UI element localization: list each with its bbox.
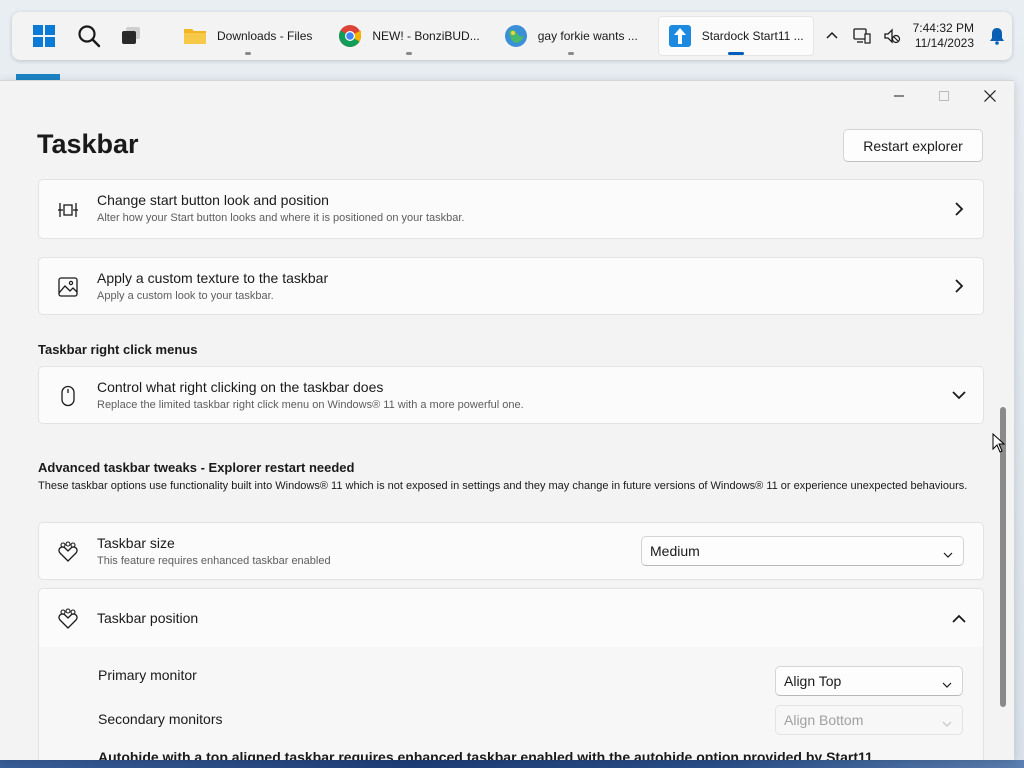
taskbar-app-label: NEW! - BonziBUD... [372, 29, 480, 43]
custom-texture-card[interactable]: Apply a custom texture to the taskbar Ap… [38, 257, 984, 315]
page-title: Taskbar [37, 129, 139, 159]
hearts-icon [57, 608, 79, 630]
taskbar-app-label: Downloads - Files [217, 29, 313, 43]
network-display-icon[interactable] [847, 16, 877, 56]
windows-start-icon[interactable] [24, 16, 64, 56]
taskbar-size-card: Taskbar size This feature requires enhan… [38, 522, 984, 580]
card-title: Taskbar position [97, 610, 199, 626]
card-title: Taskbar size [97, 535, 175, 551]
volume-muted-icon[interactable] [877, 16, 907, 56]
running-indicator [244, 52, 251, 55]
taskbar-app-start11[interactable]: Stardock Start11 ... [657, 16, 814, 56]
card-title: Apply a custom texture to the taskbar [97, 270, 329, 286]
taskbar-app-game[interactable]: gay forkie wants ... [494, 16, 648, 56]
app-icon [504, 24, 528, 48]
taskbar-app-label: gay forkie wants ... [537, 29, 638, 43]
chevron-down-icon [951, 387, 967, 403]
taskbar-size-dropdown[interactable]: Medium [641, 536, 964, 566]
card-title: Change start button look and position [97, 192, 329, 208]
section-heading: Advanced taskbar tweaks - Explorer resta… [38, 460, 355, 475]
secondary-monitors-dropdown: Align Bottom [775, 705, 963, 735]
taskbar-app-label: Stardock Start11 ... [701, 29, 804, 43]
search-icon[interactable] [69, 16, 109, 56]
restart-explorer-button[interactable]: Restart explorer [843, 129, 983, 162]
autohide-note: Autohide with a top aligned taskbar requ… [98, 749, 873, 760]
clock-time: 7:44:32 PM [912, 21, 974, 35]
primary-monitor-label: Primary monitor [98, 667, 197, 683]
chevron-down-icon [942, 716, 952, 727]
task-view-icon[interactable] [111, 16, 151, 56]
dropdown-value: Align Top [784, 673, 842, 689]
taskbar-app-files[interactable]: Downloads - Files [173, 16, 322, 56]
running-indicator [727, 52, 744, 55]
maximize-button [921, 81, 967, 111]
mouse-cursor-icon [992, 433, 1006, 453]
taskbar-position-card[interactable]: Taskbar position [38, 588, 984, 648]
running-indicator [406, 52, 413, 55]
folder-icon [183, 24, 207, 48]
hearts-icon [57, 541, 79, 563]
desktop-wallpaper-strip [0, 760, 1024, 768]
scrollbar[interactable] [998, 171, 1008, 751]
mouse-icon [57, 385, 79, 407]
card-description: This feature requires enhanced taskbar e… [97, 555, 331, 567]
card-description: Alter how your Start button looks and wh… [97, 212, 465, 224]
minimize-button[interactable] [876, 81, 922, 111]
section-heading: Taskbar right click menus [38, 342, 198, 357]
card-description: Replace the limited taskbar right click … [97, 399, 524, 411]
chevron-up-icon [951, 611, 967, 627]
secondary-monitors-label: Secondary monitors [98, 711, 223, 727]
close-button[interactable] [967, 81, 1013, 111]
chevron-right-icon [951, 278, 967, 294]
dropdown-value: Medium [650, 543, 700, 559]
clock-date: 11/14/2023 [914, 36, 974, 50]
notification-bell-icon[interactable] [984, 16, 1010, 56]
start11-icon [668, 24, 692, 48]
chevron-up-icon[interactable] [817, 16, 847, 56]
dropdown-value: Align Bottom [784, 712, 864, 728]
taskbar-app-chrome[interactable]: NEW! - BonziBUD... [328, 16, 489, 56]
chevron-down-icon [942, 677, 952, 688]
card-description: Apply a custom look to your taskbar. [97, 290, 274, 302]
image-icon [57, 276, 79, 298]
chevron-right-icon [951, 201, 967, 217]
right-click-menu-card[interactable]: Control what right clicking on the taskb… [38, 366, 984, 424]
start-button-position-icon [57, 199, 79, 221]
system-tray: 7:44:32 PM 11/14/2023 [817, 12, 1012, 60]
primary-monitor-dropdown[interactable]: Align Top [775, 666, 963, 696]
card-title: Control what right clicking on the taskb… [97, 379, 384, 395]
running-indicator [567, 52, 574, 55]
clock[interactable]: 7:44:32 PM 11/14/2023 [907, 21, 984, 51]
section-description: These taskbar options use functionality … [38, 480, 968, 492]
settings-window: Taskbar Restart explorer Change start bu… [0, 80, 1014, 760]
chrome-icon [338, 24, 362, 48]
chevron-down-icon [943, 547, 953, 558]
taskbar-position-options [38, 647, 984, 760]
taskbar: Downloads - Files NEW! - BonziBUD... gay… [12, 12, 1012, 60]
start-button-settings-card[interactable]: Change start button look and position Al… [38, 179, 984, 239]
